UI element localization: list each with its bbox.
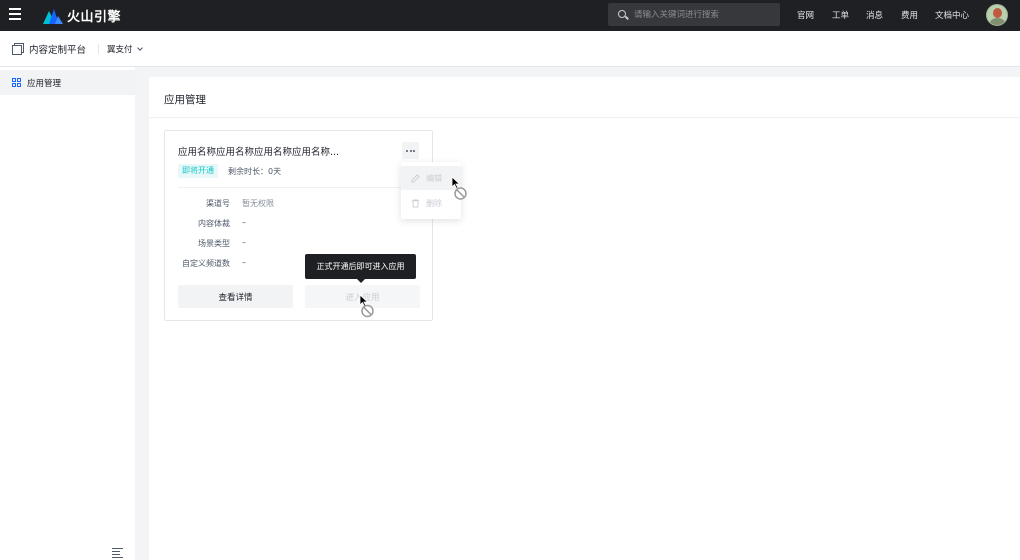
menu-item-label: 删除 bbox=[426, 198, 442, 208]
remaining-time: 剩余时长：0天 bbox=[228, 167, 282, 176]
top-bar: 火山引擎 官网 工单 消息 费用 文档中心 bbox=[0, 0, 1020, 31]
nav-messages[interactable]: 消息 bbox=[866, 9, 883, 21]
status-badge: 即将开通 bbox=[178, 164, 218, 178]
field-label-content-genre: 内容体裁 bbox=[198, 219, 230, 228]
brand-logo[interactable]: 火山引擎 bbox=[43, 6, 122, 25]
space-selector[interactable]: 翼支付 bbox=[107, 43, 143, 55]
platform-title: 内容定制平台 bbox=[29, 45, 87, 56]
field-label-channel: 渠道号 bbox=[206, 199, 230, 208]
field-value-custom-channels: – bbox=[242, 258, 246, 267]
field-value-scene-type: – bbox=[242, 238, 246, 247]
card-divider bbox=[178, 187, 419, 188]
apps-grid-icon bbox=[12, 78, 21, 87]
field-value-content-genre: – bbox=[242, 218, 246, 227]
trash-icon bbox=[411, 198, 420, 208]
sidebar-item-label: 应用管理 bbox=[27, 78, 62, 89]
user-avatar[interactable] bbox=[986, 4, 1008, 26]
brand-name: 火山引擎 bbox=[67, 9, 122, 25]
field-value-channel: 暂无权限 bbox=[242, 199, 274, 208]
chevron-down-icon bbox=[136, 44, 143, 51]
volcano-logo-icon bbox=[43, 8, 63, 24]
product-header: 内容定制平台 翼支付 bbox=[0, 31, 1020, 67]
search-icon bbox=[618, 9, 628, 20]
collapse-sidebar-icon[interactable] bbox=[112, 548, 123, 558]
app-name: 应用名称应用名称应用名称应用名称... bbox=[178, 147, 340, 158]
nav-billing[interactable]: 费用 bbox=[901, 9, 918, 21]
search-input[interactable] bbox=[634, 9, 774, 20]
global-search[interactable] bbox=[608, 3, 780, 26]
edit-icon bbox=[411, 173, 420, 183]
more-icon bbox=[406, 149, 408, 152]
sidebar: 应用管理 bbox=[0, 67, 135, 560]
nav-tickets[interactable]: 工单 bbox=[832, 9, 849, 21]
menu-icon[interactable] bbox=[9, 8, 21, 22]
nav-docs[interactable]: 文档中心 bbox=[935, 9, 969, 21]
header-divider bbox=[98, 44, 99, 54]
enter-app-tooltip: 正式开通后即可进入应用 bbox=[305, 254, 416, 283]
view-details-button[interactable]: 查看详情 bbox=[178, 285, 293, 308]
sidebar-item-app-management[interactable]: 应用管理 bbox=[0, 70, 135, 95]
not-allowed-cursor-icon bbox=[359, 294, 374, 318]
page-title: 应用管理 bbox=[164, 94, 206, 106]
field-label-custom-channels: 自定义频道数 bbox=[182, 259, 230, 268]
nav-official-site[interactable]: 官网 bbox=[797, 9, 814, 21]
field-label-scene-type: 场景类型 bbox=[198, 239, 230, 248]
title-divider bbox=[149, 117, 1020, 118]
menu-item-label: 编辑 bbox=[426, 173, 442, 183]
app-card: 应用名称应用名称应用名称应用名称... 即将开通 剩余时长：0天 渠道号 暂无权… bbox=[164, 130, 433, 321]
more-actions-button[interactable] bbox=[402, 142, 419, 159]
not-allowed-cursor-icon bbox=[451, 176, 467, 200]
platform-icon bbox=[12, 43, 24, 55]
space-selector-label: 翼支付 bbox=[107, 45, 133, 55]
